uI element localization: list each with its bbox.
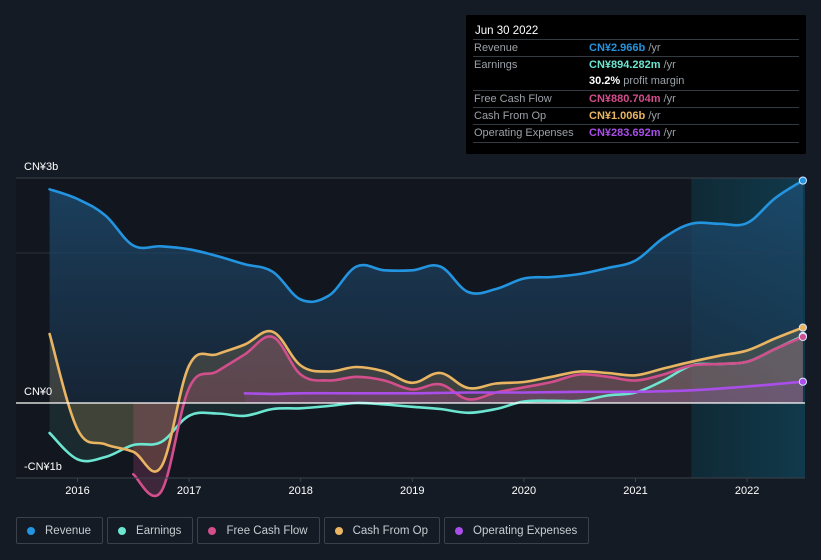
legend-dot-icon (27, 526, 35, 535)
legend-label: Free Cash Flow (226, 524, 308, 537)
tooltip-unit: /yr (660, 93, 676, 105)
tooltip-label: Earnings (474, 59, 518, 71)
legend-item-free-cash-flow[interactable]: Free Cash Flow (197, 517, 320, 544)
tooltip-row: Cash From Op CN¥1.006b /yr (473, 107, 799, 125)
tooltip-label: Free Cash Flow (474, 93, 552, 105)
endpoint-cash-from-op (798, 323, 808, 332)
legend-item-earnings[interactable]: Earnings (107, 517, 194, 544)
tooltip-value: 30.2% profit margin (589, 75, 685, 87)
legend-label: Revenue (45, 524, 92, 537)
tooltip: Jun 30 2022 Revenue CN¥2.966b /yr Earnings… (466, 15, 806, 154)
endpoint-operating-expenses (798, 377, 808, 386)
tooltip-unit: /yr (645, 110, 661, 122)
endpoint-free-cash-flow (798, 332, 808, 342)
legend-label: Operating Expenses (473, 524, 578, 537)
legend-label: Cash From Op (352, 524, 429, 537)
legend-dot-icon (118, 526, 127, 535)
tooltip-unit: /yr (645, 42, 661, 54)
tooltip-label: Revenue (474, 42, 519, 54)
tooltip-value: CN¥1.006b /yr (589, 110, 661, 122)
tooltip-label: Operating Expenses (474, 127, 574, 139)
tooltip-row: Earnings CN¥894.282m /yr (473, 56, 799, 74)
legend-item-revenue[interactable]: Revenue (16, 517, 104, 544)
tooltip-row: 30.2% profit margin (473, 73, 799, 90)
x-tick-label: 2021 (623, 485, 647, 497)
x-tick-label: 2020 (512, 485, 536, 497)
legend-item-cash-from-op[interactable]: Cash From Op (323, 517, 441, 544)
legend: Revenue Earnings Free Cash Flow Cash From O… (16, 517, 590, 544)
legend-dot-icon (334, 526, 343, 535)
tooltip-date: Jun 30 2022 (475, 25, 539, 37)
tooltip-value: CN¥880.704m /yr (589, 93, 676, 105)
legend-dot-icon (208, 526, 217, 535)
tooltip-value: CN¥283.692m /yr (589, 127, 676, 139)
tooltip-value: CN¥894.282m /yr (589, 59, 676, 71)
endpoint-revenue (798, 176, 808, 185)
legend-label: Earnings (136, 524, 182, 537)
x-tick-label: 2018 (288, 485, 312, 497)
tooltip-unit: /yr (660, 127, 676, 139)
x-tick-label: 2017 (177, 485, 201, 497)
y-tick-label: CN¥3b (24, 161, 58, 173)
tooltip-row: Operating Expenses CN¥283.692m /yr (473, 124, 799, 143)
legend-item-operating-expenses[interactable]: Operating Expenses (444, 517, 590, 544)
legend-dot-icon (455, 526, 464, 535)
y-tick-label: CN¥0 (24, 386, 52, 398)
tooltip-unit: profit margin (620, 75, 685, 87)
y-tick-label: -CN¥1b (24, 461, 62, 473)
tooltip-unit: /yr (660, 59, 676, 71)
x-tick-label: 2022 (735, 485, 759, 497)
x-tick-label: 2016 (65, 485, 89, 497)
tooltip-row: Revenue CN¥2.966b /yr (473, 39, 799, 57)
x-tick-label: 2019 (400, 485, 424, 497)
tooltip-row: Free Cash Flow CN¥880.704m /yr (473, 90, 799, 108)
tooltip-value: CN¥2.966b /yr (589, 42, 661, 54)
tooltip-label: Cash From Op (474, 110, 547, 122)
